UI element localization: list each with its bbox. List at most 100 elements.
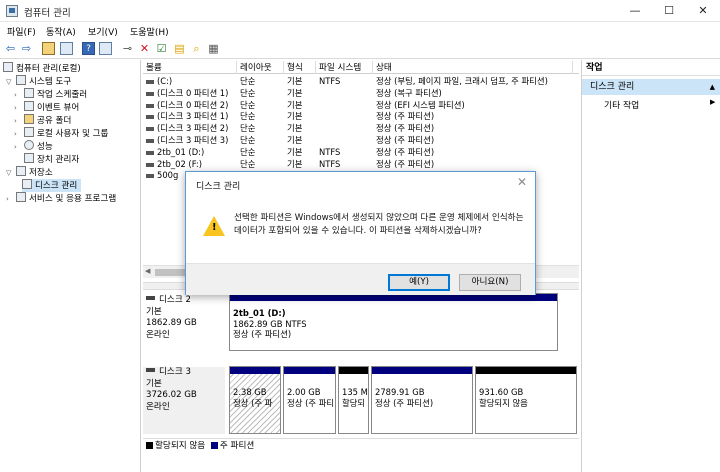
table-cell: 단순 [240, 123, 256, 134]
disk2-label[interactable]: 디스크 2 기본 1862.89 GB 온라인 [146, 295, 226, 341]
minimize-button[interactable]: — [618, 0, 652, 22]
table-row[interactable]: 2tb_01 (D:) 단순 기본 NTFS 정상 (주 파티션) [143, 147, 579, 159]
table-cell: 단순 [240, 76, 256, 86]
settings-list-icon[interactable]: ▦ [207, 42, 220, 55]
check-icon[interactable]: ☑ [155, 42, 168, 55]
table-cell: 기본 [287, 158, 303, 169]
disk3-unallocated-large[interactable]: 931.60 GB 할당되지 않음 [475, 366, 577, 434]
column-header-type[interactable]: 형식 [284, 61, 316, 74]
properties-icon[interactable] [99, 42, 112, 55]
clock-icon [24, 88, 34, 98]
tree-event-viewer[interactable]: › 이벤트 뷰어 [14, 101, 79, 114]
tree-services-apps[interactable]: › 서비스 및 응용 프로그램 [6, 192, 116, 205]
disk3-partition-1[interactable]: 2.38 GB 정상 (주 파 [229, 366, 281, 434]
performance-icon [24, 140, 34, 150]
table-cell: 기본 [287, 146, 303, 157]
disk3-label[interactable]: 디스크 3 기본 3726.02 GB 온라인 [143, 367, 225, 434]
collapse-up-icon[interactable]: ▲ [710, 79, 715, 95]
help-icon[interactable]: ? [82, 42, 95, 55]
tree-shared-folders[interactable]: › 공유 폴더 [14, 114, 71, 127]
forward-icon[interactable]: ⇨ [20, 42, 33, 55]
dialog-close-icon[interactable]: ✕ [517, 175, 527, 189]
table-cell: 단순 [240, 111, 256, 122]
users-icon [24, 127, 34, 137]
table-cell: NTFS [319, 158, 341, 169]
tree-device-manager[interactable]: 장치 관리자 [24, 153, 79, 166]
chevron-right-icon[interactable]: › [14, 141, 22, 154]
tree-root[interactable]: 컴퓨터 관리(로컬) [3, 62, 81, 75]
unallocated-bar [339, 367, 368, 374]
table-row[interactable]: (디스크 3 파티션 1) 단순 기본 정상 (주 파티션) [143, 111, 579, 123]
show-hide-tree-icon[interactable] [60, 42, 73, 55]
disk-icon [22, 179, 32, 189]
disk2-partition-d[interactable]: 2tb_01 (D:) 1862.89 GB NTFS 정상 (주 파티션) [229, 293, 558, 351]
event-icon [24, 101, 34, 111]
actions-section-disk-management[interactable]: 디스크 관리 ▲ [582, 79, 720, 95]
maximize-button[interactable]: ☐ [652, 0, 686, 22]
table-cell: 단순 [240, 99, 256, 110]
chevron-down-icon[interactable]: ▽ [6, 167, 14, 180]
volume-icon [146, 115, 154, 120]
table-cell: 정상 (주 파티션) [376, 111, 435, 122]
connect-icon[interactable]: ⊸ [121, 42, 134, 55]
tree-disk-management[interactable]: 디스크 관리 [22, 179, 82, 192]
volume-icon [146, 174, 154, 179]
table-row[interactable]: (디스크 3 파티션 3) 단순 기본 정상 (주 파티션) [143, 135, 579, 147]
table-row[interactable]: 2tb_02 (F:) 단순 기본 NTFS 정상 (주 파티션) [143, 159, 579, 171]
disk-map: 디스크 2 기본 1862.89 GB 온라인 2tb_01 (D:) 1862… [143, 290, 579, 440]
table-row[interactable]: (디스크 3 파티션 2) 단순 기본 정상 (주 파티션) [143, 123, 579, 135]
tree-system-tools[interactable]: ▽ 시스템 도구 [6, 75, 71, 88]
chevron-down-icon[interactable]: ▽ [6, 76, 14, 89]
column-header-status[interactable]: 상태 [373, 61, 573, 74]
chevron-right-icon[interactable]: › [6, 193, 14, 206]
table-cell: 정상 (주 파티션) [376, 146, 435, 157]
menu-file[interactable]: 파일(F) [7, 25, 36, 38]
volume-scrollbar[interactable] [571, 74, 579, 264]
primary-partition-bar [284, 367, 335, 374]
new-folder-icon[interactable]: ▤ [173, 42, 186, 55]
disk3-partition-3[interactable]: 2789.91 GB 정상 (주 파티션) [371, 366, 473, 434]
warning-icon: ! [203, 216, 225, 236]
tree-local-users[interactable]: › 로컬 사용자 및 그룹 [14, 127, 108, 140]
menu-action[interactable]: 동작(A) [46, 25, 76, 38]
table-row[interactable]: (디스크 0 파티션 1) 단순 기본 정상 (복구 파티션) [143, 88, 579, 100]
table-cell: (디스크 3 파티션 3) [157, 135, 229, 145]
dialog-button-bar: 예(Y) 아니요(N) [186, 263, 535, 295]
yes-button[interactable]: 예(Y) [388, 274, 450, 291]
close-button[interactable]: ✕ [686, 0, 720, 22]
tree-storage[interactable]: ▽ 저장소 [6, 166, 53, 179]
table-cell: 기본 [287, 111, 303, 122]
table-cell: 단순 [240, 158, 256, 169]
table-cell: 정상 (부팅, 페이지 파일, 크래시 덤프, 주 파티션) [376, 76, 548, 86]
table-cell: 기본 [287, 135, 303, 145]
up-folder-icon[interactable] [42, 42, 55, 55]
dialog-message: 선택한 파티션은 Windows에서 생성되지 않았으며 다른 운영 체제에서 … [234, 213, 524, 236]
scroll-left-icon[interactable]: ◀ [145, 267, 150, 275]
delete-icon[interactable]: ✕ [138, 42, 151, 55]
tree-task-scheduler[interactable]: › 작업 스케줄러 [14, 88, 87, 101]
column-header-filesystem[interactable]: 파일 시스템 [316, 61, 373, 74]
chevron-right-icon: ▶ [710, 98, 716, 106]
device-icon [24, 153, 34, 163]
volume-icon [146, 139, 154, 143]
disk3-unallocated-small[interactable]: 135 M 할당되 [338, 366, 369, 434]
disk3-partition-2[interactable]: 2.00 GB 정상 (주 파티 [283, 366, 336, 434]
column-header-volume[interactable]: 볼륨 [143, 61, 237, 74]
search-folder-icon[interactable]: ⌕ [190, 42, 203, 55]
volume-icon [146, 150, 154, 155]
back-icon[interactable]: ⇦ [4, 42, 17, 55]
title-bar: 컴퓨터 관리 — ☐ ✕ [0, 0, 720, 22]
tree-performance[interactable]: › 성능 [14, 140, 53, 153]
more-actions-item[interactable]: 기타 작업 ▶ [604, 98, 715, 111]
menu-help[interactable]: 도움말(H) [130, 25, 169, 38]
table-row[interactable]: (디스크 0 파티션 2) 단순 기본 정상 (EFI 시스템 파티션) [143, 100, 579, 112]
menu-view[interactable]: 보기(V) [88, 25, 118, 38]
table-cell: 기본 [287, 76, 303, 86]
table-cell: (디스크 3 파티션 1) [157, 111, 229, 122]
table-row[interactable]: (C:) 단순 기본 NTFS 정상 (부팅, 페이지 파일, 크래시 덤프, 주 파티… [143, 76, 579, 88]
column-header-layout[interactable]: 레이아웃 [237, 61, 284, 74]
volume-icon [146, 103, 154, 108]
no-button[interactable]: 아니요(N) [459, 274, 521, 291]
table-cell: 단순 [240, 146, 256, 157]
partition-legend: 할당되지 않음 주 파티션 [143, 438, 579, 452]
